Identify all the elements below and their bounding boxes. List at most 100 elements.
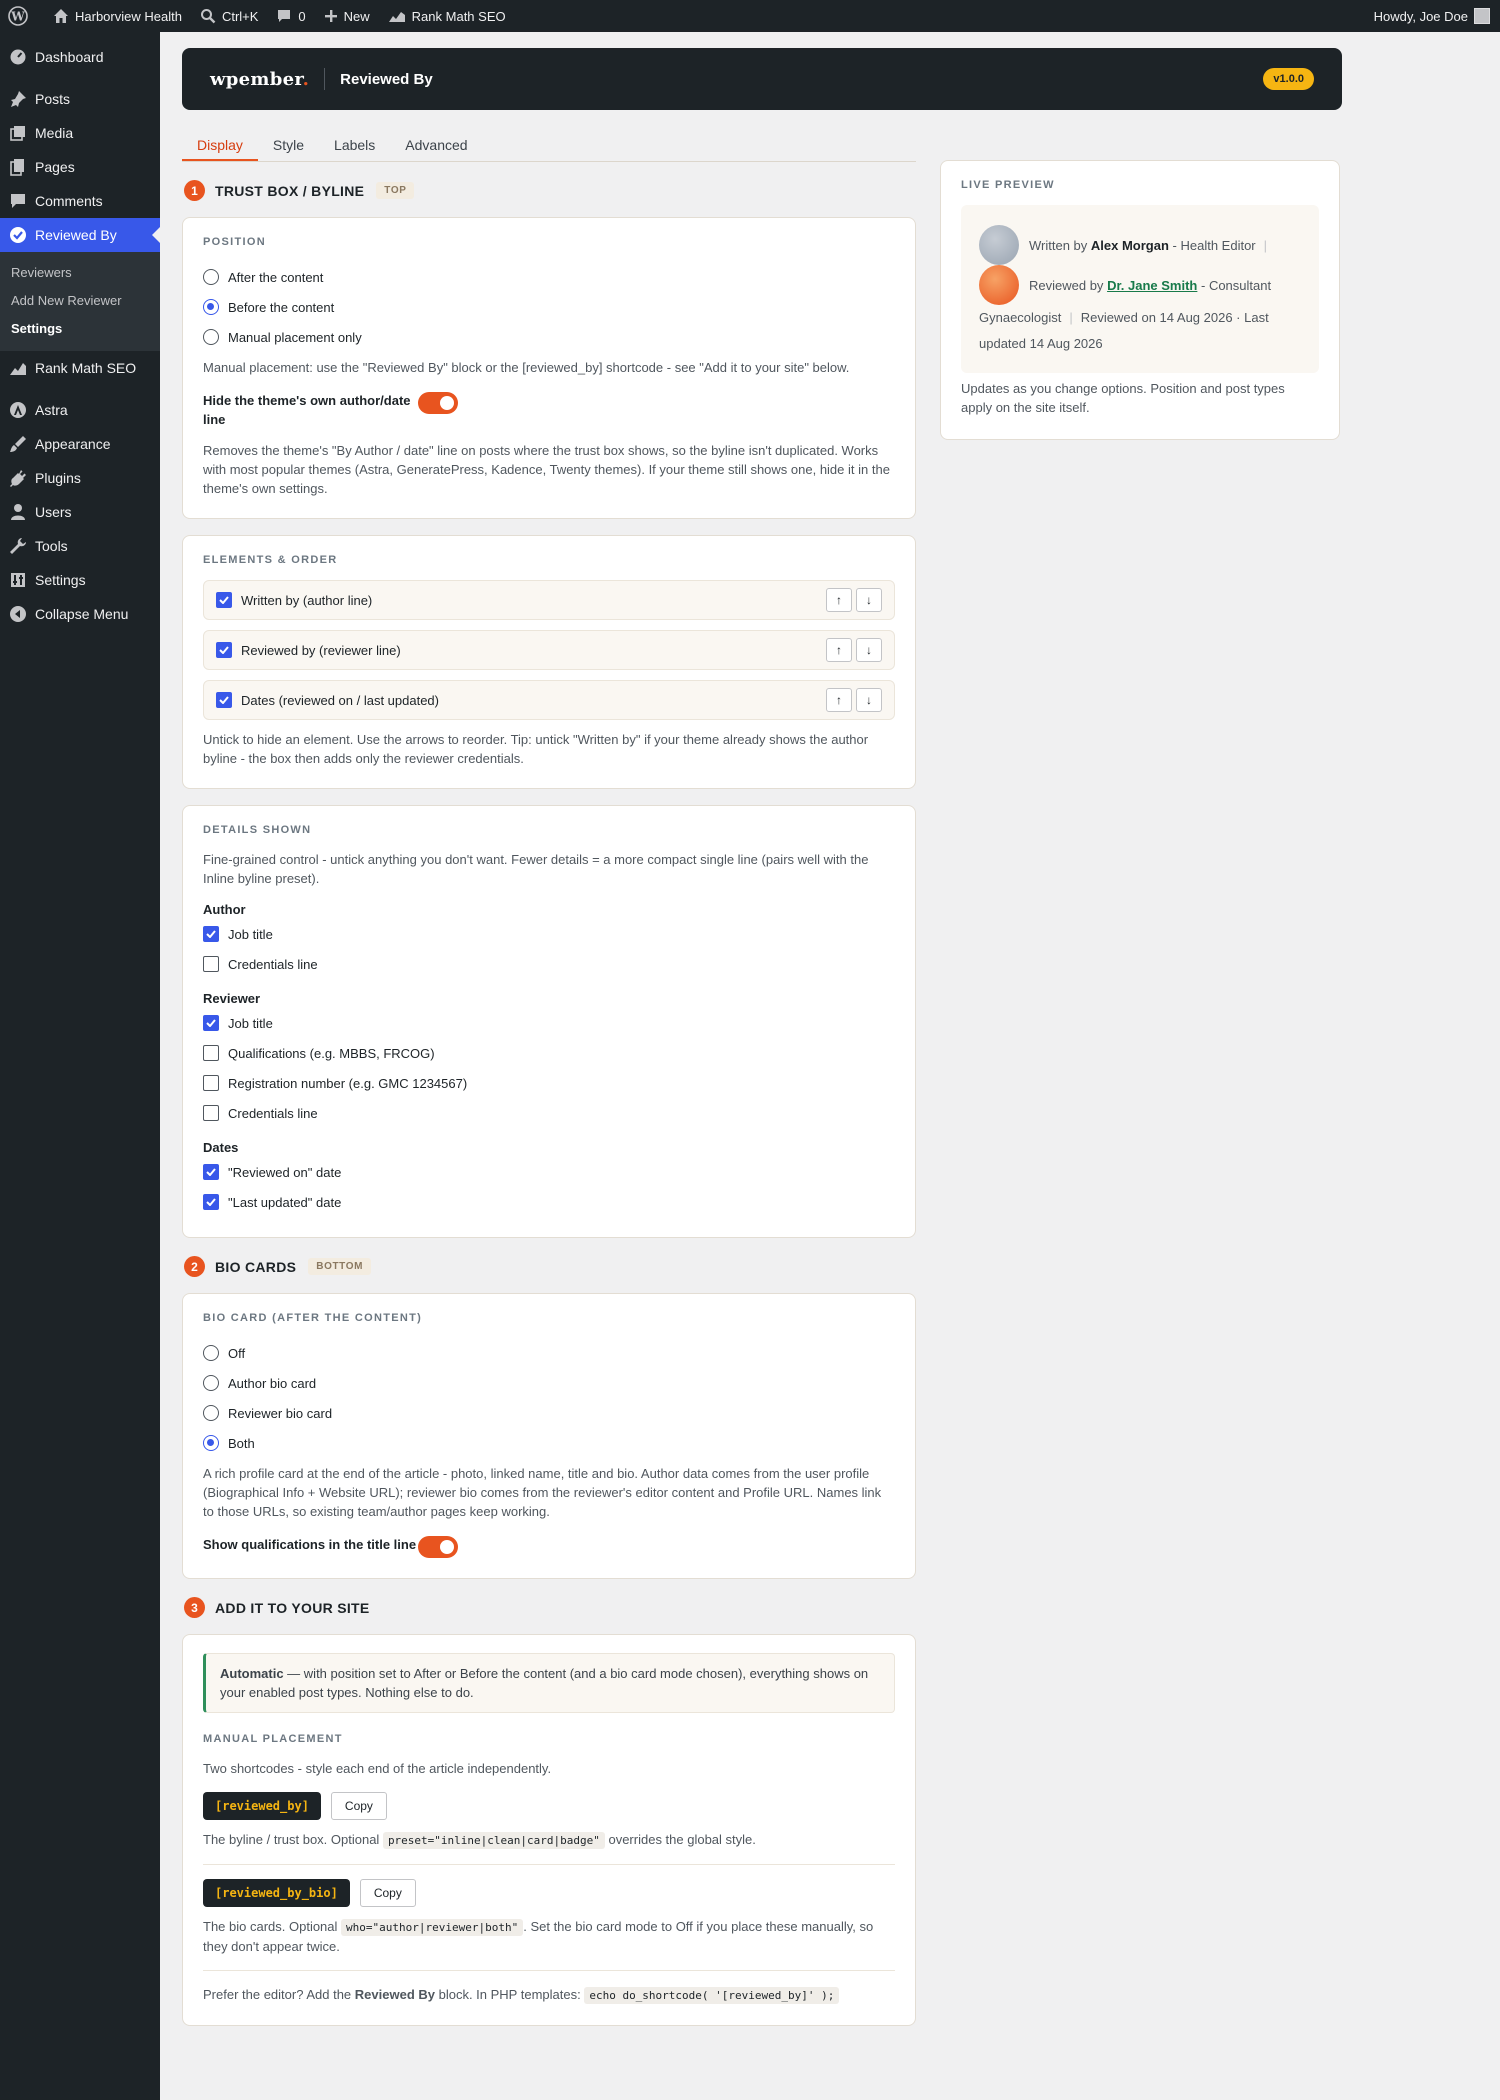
reviewed-by-submenu: Reviewers Add New Reviewer Settings [0, 252, 160, 351]
radio-manual-placement[interactable]: Manual placement only [203, 322, 895, 352]
checkbox-last-updated-date[interactable]: "Last updated" date [203, 1187, 895, 1217]
copy-button[interactable]: Copy [330, 1792, 387, 1820]
radio-button[interactable] [203, 1375, 219, 1391]
rank-math-icon [10, 363, 26, 375]
sidebar-item-label: Comments [35, 193, 103, 209]
section-title: ADD IT TO YOUR SITE [215, 1599, 370, 1616]
card-label: ELEMENTS & ORDER [203, 554, 338, 566]
dates-group-label: Dates [203, 1140, 239, 1155]
radio-bio-off[interactable]: Off [203, 1338, 895, 1368]
card-label: BIO CARD (AFTER THE CONTENT) [203, 1312, 423, 1324]
checkbox-checked[interactable] [203, 1015, 219, 1031]
radio-button[interactable] [203, 1345, 219, 1361]
checkbox-checked[interactable] [216, 592, 232, 608]
sidebar-item-plugins[interactable]: Plugins [0, 461, 160, 495]
shortcode-reviewed-by-bio[interactable]: [reviewed_by_bio] [203, 1879, 350, 1907]
radio-before-content[interactable]: Before the content [203, 292, 895, 322]
checkbox-checked[interactable] [203, 1164, 219, 1180]
hide-theme-byline-help: Removes the theme's "By Author / date" l… [203, 443, 890, 496]
tab-advanced[interactable]: Advanced [390, 128, 482, 161]
sidebar-item-settings[interactable]: Settings [0, 563, 160, 597]
position-card: POSITION After the content Before the co… [182, 217, 916, 519]
radio-both-bio[interactable]: Both [203, 1428, 895, 1458]
move-up-button[interactable]: ↑ [826, 688, 852, 712]
media-icon [10, 126, 25, 141]
plugin-header: wpember. Reviewed By v1.0.0 [182, 48, 1342, 110]
move-down-button[interactable]: ↓ [856, 688, 882, 712]
sidebar-item-media[interactable]: Media [0, 116, 160, 150]
editor-help: Prefer the editor? Add the Reviewed By b… [203, 1985, 895, 2005]
checkbox-checked[interactable] [203, 1194, 219, 1210]
radio-button-selected[interactable] [203, 299, 219, 315]
tab-display[interactable]: Display [182, 128, 258, 161]
radio-button[interactable] [203, 269, 219, 285]
sidebar-item-comments[interactable]: Comments [0, 184, 160, 218]
bio-card-settings: BIO CARD (AFTER THE CONTENT) Off Author … [182, 1293, 916, 1579]
add-to-site-card: Automatic — with position set to After o… [182, 1634, 916, 2026]
tab-labels[interactable]: Labels [319, 128, 390, 161]
radio-button[interactable] [203, 1405, 219, 1421]
hide-theme-byline-toggle[interactable] [418, 392, 458, 414]
checkbox-unchecked[interactable] [203, 1075, 219, 1091]
checkbox-reviewer-qualifications[interactable]: Qualifications (e.g. MBBS, FRCOG) [203, 1038, 895, 1068]
move-up-button[interactable]: ↑ [826, 638, 852, 662]
sidebar-item-appearance[interactable]: Appearance [0, 427, 160, 461]
sidebar-item-astra[interactable]: Astra [0, 393, 160, 427]
sidebar-item-posts[interactable]: Posts [0, 82, 160, 116]
show-qualifications-toggle[interactable] [418, 1536, 458, 1558]
checkbox-author-credentials[interactable]: Credentials line [203, 949, 895, 979]
settings-sliders-icon [11, 573, 25, 587]
checkbox-unchecked[interactable] [203, 1045, 219, 1061]
collapse-menu-button[interactable]: Collapse Menu [0, 597, 160, 631]
preview-dates: Gynaecologist | Reviewed on 14 Aug 2026 · … [979, 310, 1269, 351]
move-up-button[interactable]: ↑ [826, 588, 852, 612]
sidebar-item-label: Users [35, 504, 72, 520]
site-name-link[interactable]: Harborview Health [44, 0, 191, 32]
sidebar-item-label: Astra [35, 402, 68, 418]
checkbox-reviewer-registration[interactable]: Registration number (e.g. GMC 1234567) [203, 1068, 895, 1098]
radio-after-content[interactable]: After the content [203, 262, 895, 292]
move-down-button[interactable]: ↓ [856, 638, 882, 662]
checkbox-reviewed-on-date[interactable]: "Reviewed on" date [203, 1157, 895, 1187]
submenu-settings[interactable]: Settings [0, 315, 160, 343]
radio-reviewer-bio[interactable]: Reviewer bio card [203, 1398, 895, 1428]
checkbox-reviewer-credentials[interactable]: Credentials line [203, 1098, 895, 1128]
sidebar-item-reviewed-by[interactable]: Reviewed By [0, 218, 160, 252]
checkbox-unchecked[interactable] [203, 956, 219, 972]
sidebar-item-dashboard[interactable]: Dashboard [0, 40, 160, 74]
tab-style[interactable]: Style [258, 128, 319, 161]
details-help: Fine-grained control - untick anything y… [203, 852, 869, 886]
rank-math-link[interactable]: Rank Math SEO [379, 0, 515, 32]
comments-link[interactable]: 0 [267, 0, 314, 32]
checkbox-reviewer-job-title[interactable]: Job title [203, 1008, 895, 1038]
shortcode1-help: The byline / trust box. Optional preset=… [203, 1832, 756, 1849]
sidebar-item-label: Media [35, 125, 74, 141]
radio-button[interactable] [203, 329, 219, 345]
details-shown-card: DETAILS SHOWN Fine-grained control - unt… [182, 805, 916, 1238]
checkbox-checked[interactable] [203, 926, 219, 942]
reviewer-name-link[interactable]: Dr. Jane Smith [1107, 278, 1197, 293]
radio-author-bio[interactable]: Author bio card [203, 1368, 895, 1398]
submenu-reviewers[interactable]: Reviewers [0, 259, 160, 287]
checkbox-unchecked[interactable] [203, 1105, 219, 1121]
radio-button-selected[interactable] [203, 1435, 219, 1451]
copy-button[interactable]: Copy [359, 1879, 416, 1907]
move-down-button[interactable]: ↓ [856, 588, 882, 612]
new-content-link[interactable]: New [315, 0, 379, 32]
sidebar-item-tools[interactable]: Tools [0, 529, 160, 563]
submenu-add-new-reviewer[interactable]: Add New Reviewer [0, 287, 160, 315]
wordpress-logo-icon[interactable]: W [0, 0, 44, 32]
checkbox-author-job-title[interactable]: Job title [203, 919, 895, 949]
section-tag: BOTTOM [308, 1258, 372, 1275]
sidebar-item-label: Reviewed By [35, 227, 117, 243]
checkbox-checked[interactable] [216, 642, 232, 658]
my-account-link[interactable]: Howdy, Joe Doe [1365, 0, 1500, 32]
sidebar-item-pages[interactable]: Pages [0, 150, 160, 184]
checkbox-checked[interactable] [216, 692, 232, 708]
sidebar-item-users[interactable]: Users [0, 495, 160, 529]
collapse-arrow-icon [10, 606, 26, 622]
command-search-link[interactable]: Ctrl+K [191, 0, 267, 32]
shortcode-reviewed-by[interactable]: [reviewed_by] [203, 1792, 321, 1820]
sidebar-item-rank-math[interactable]: Rank Math SEO [0, 351, 160, 385]
version-badge: v1.0.0 [1263, 68, 1314, 90]
